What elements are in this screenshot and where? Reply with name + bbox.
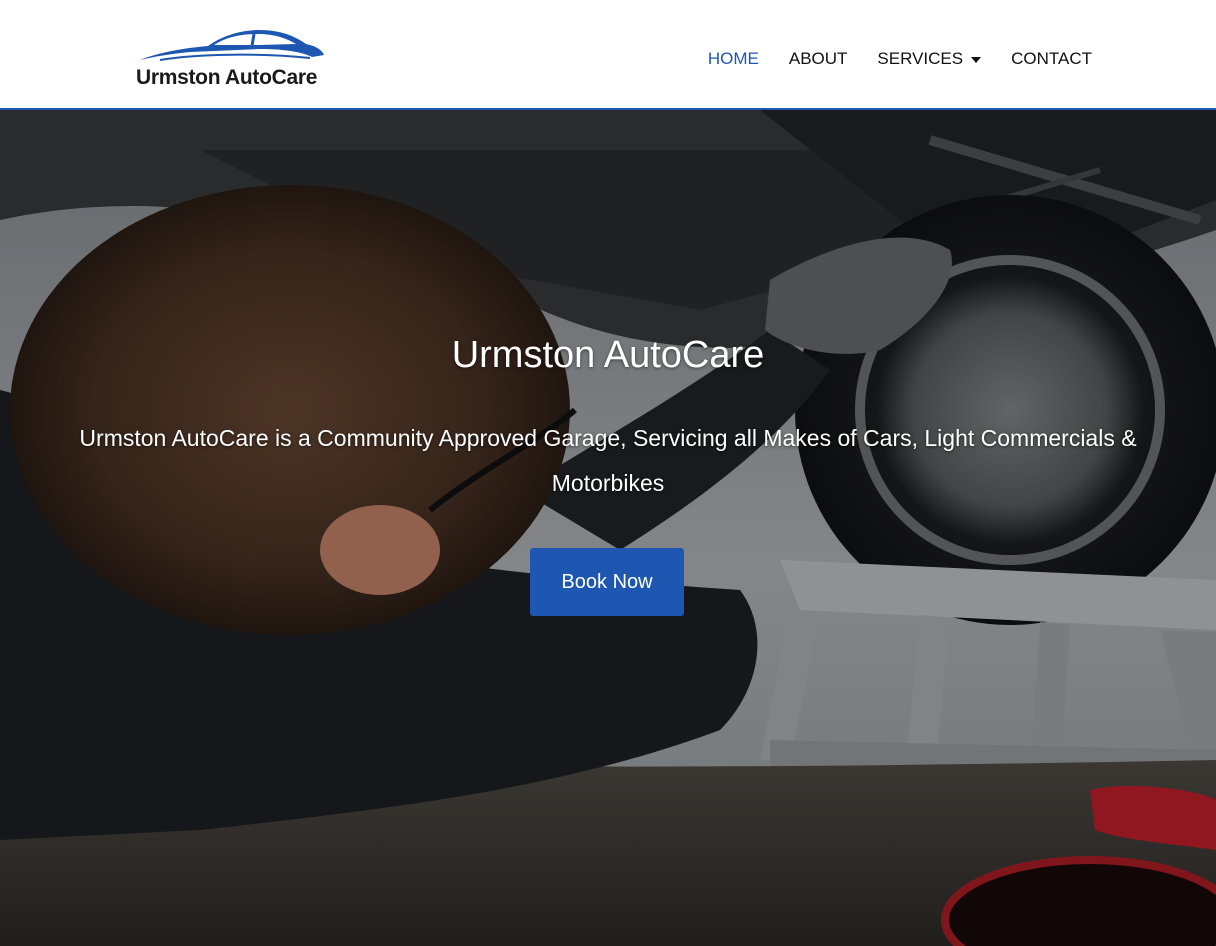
hero-subtitle: Urmston AutoCare is a Community Approved… (79, 425, 1137, 496)
site-header: Urmston AutoCare HOME ABOUT SERVICES CON… (0, 0, 1216, 110)
hero-section: Urmston AutoCare Urmston AutoCare is a C… (0, 110, 1216, 946)
book-now-button[interactable]: Book Now (530, 548, 684, 616)
nav-item-home[interactable]: HOME (708, 49, 759, 69)
nav-item-about[interactable]: ABOUT (789, 49, 848, 69)
site-logo[interactable]: Urmston AutoCare (130, 24, 330, 94)
nav-item-contact[interactable]: CONTACT (1011, 49, 1092, 69)
nav-item-services[interactable]: SERVICES (877, 49, 982, 69)
main-nav: HOME ABOUT SERVICES CONTACT (708, 49, 1092, 69)
car-silhouette-icon (140, 30, 324, 61)
nav-item-services-label: SERVICES (877, 49, 964, 68)
logo-wordmark: Urmston AutoCare (136, 66, 318, 89)
hero-title: Urmston AutoCare (451, 334, 765, 376)
hero-overlay (0, 110, 1216, 946)
chevron-down-icon (971, 57, 982, 63)
